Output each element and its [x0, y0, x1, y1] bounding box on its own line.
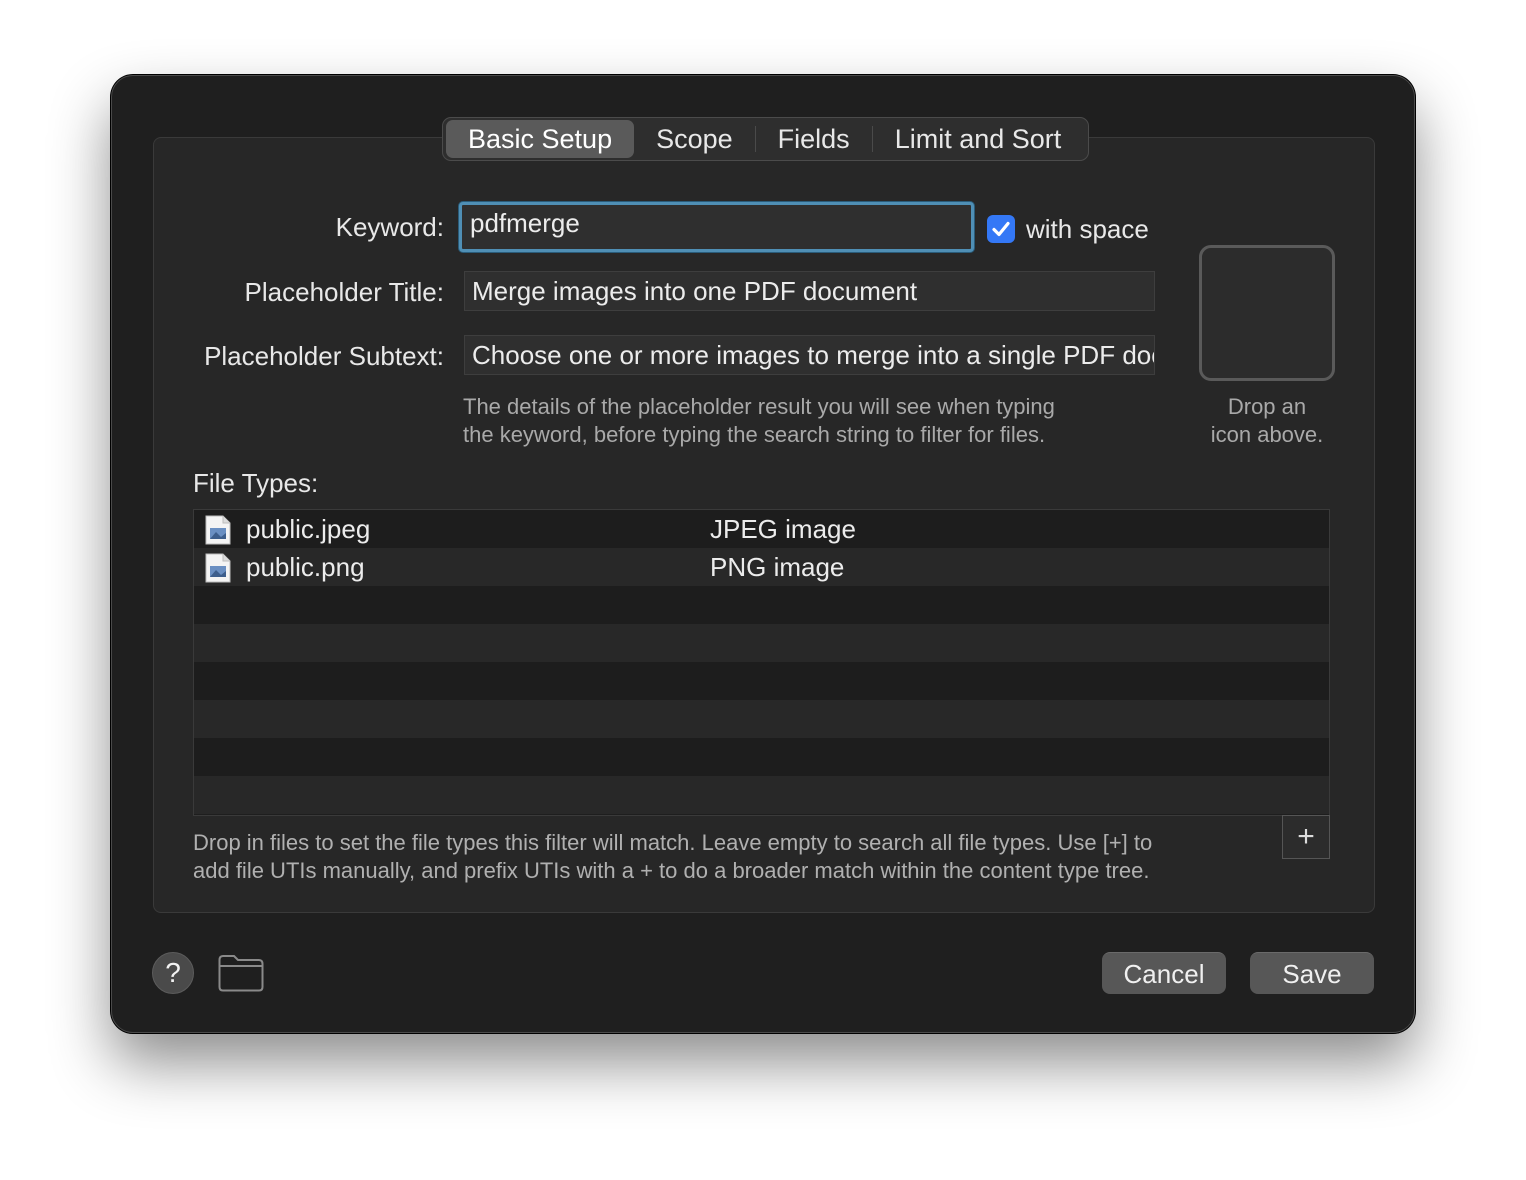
icon-well-hint-line: Drop an	[1227, 394, 1307, 419]
checkmark-icon	[992, 221, 1010, 237]
with-space-label[interactable]: with space	[1026, 214, 1149, 245]
icon-well-hint: Drop an icon above.	[1199, 393, 1335, 449]
placeholder-title-label: Placeholder Title:	[244, 277, 444, 307]
uti-cell: public.jpeg	[246, 514, 371, 544]
empty-row	[194, 700, 1329, 738]
tab-basic-setup[interactable]: Basic Setup	[446, 120, 635, 158]
tab-limit-and-sort[interactable]: Limit and Sort	[873, 120, 1084, 158]
add-uti-button[interactable]: +	[1282, 815, 1330, 859]
image-file-icon	[205, 553, 231, 583]
description-cell: PNG image	[710, 552, 845, 582]
empty-row	[194, 624, 1329, 662]
file-types-hint-line: Drop in files to set the file types this…	[193, 830, 1153, 855]
save-button[interactable]: Save	[1250, 952, 1374, 994]
placeholder-hint: The details of the placeholder result yo…	[463, 393, 1055, 449]
placeholder-hint-line: The details of the placeholder result yo…	[463, 394, 1055, 419]
table-row[interactable]: public.jpeg JPEG image	[194, 510, 1329, 548]
tab-bar: Basic Setup Scope Fields Limit and Sort	[442, 117, 1089, 161]
placeholder-subtext-input[interactable]: Choose one or more images to merge into …	[464, 335, 1155, 375]
filter-setup-dialog: Basic Setup Scope Fields Limit and Sort …	[111, 75, 1415, 1033]
file-types-table[interactable]: public.jpeg JPEG image public.png PNG im…	[193, 509, 1330, 816]
placeholder-subtext-label: Placeholder Subtext:	[204, 341, 444, 371]
empty-row	[194, 586, 1329, 624]
placeholder-hint-line: the keyword, before typing the search st…	[463, 422, 1046, 447]
placeholder-title-input[interactable]: Merge images into one PDF document	[464, 271, 1155, 311]
folder-button[interactable]	[218, 954, 264, 997]
help-button[interactable]: ?	[152, 952, 194, 994]
folder-icon	[218, 955, 264, 992]
cancel-button[interactable]: Cancel	[1102, 952, 1226, 994]
empty-row	[194, 738, 1329, 776]
icon-well-hint-line: icon above.	[1210, 422, 1324, 447]
uti-cell: public.png	[246, 552, 365, 582]
icon-drop-well[interactable]	[1199, 245, 1335, 381]
file-types-hint-line: add file UTIs manually, and prefix UTIs …	[193, 858, 1150, 883]
tab-scope[interactable]: Scope	[634, 120, 755, 158]
keyword-label: Keyword:	[335, 212, 444, 242]
empty-row	[194, 662, 1329, 700]
empty-row	[194, 776, 1329, 814]
with-space-checkbox[interactable]	[987, 215, 1015, 243]
file-types-label: File Types:	[193, 468, 319, 498]
description-cell: JPEG image	[710, 514, 856, 544]
image-file-icon	[205, 515, 231, 545]
table-row[interactable]: public.png PNG image	[194, 548, 1329, 586]
file-types-hint: Drop in files to set the file types this…	[193, 829, 1273, 885]
keyword-input[interactable]: pdfmerge	[459, 202, 974, 252]
tab-fields[interactable]: Fields	[756, 120, 872, 158]
